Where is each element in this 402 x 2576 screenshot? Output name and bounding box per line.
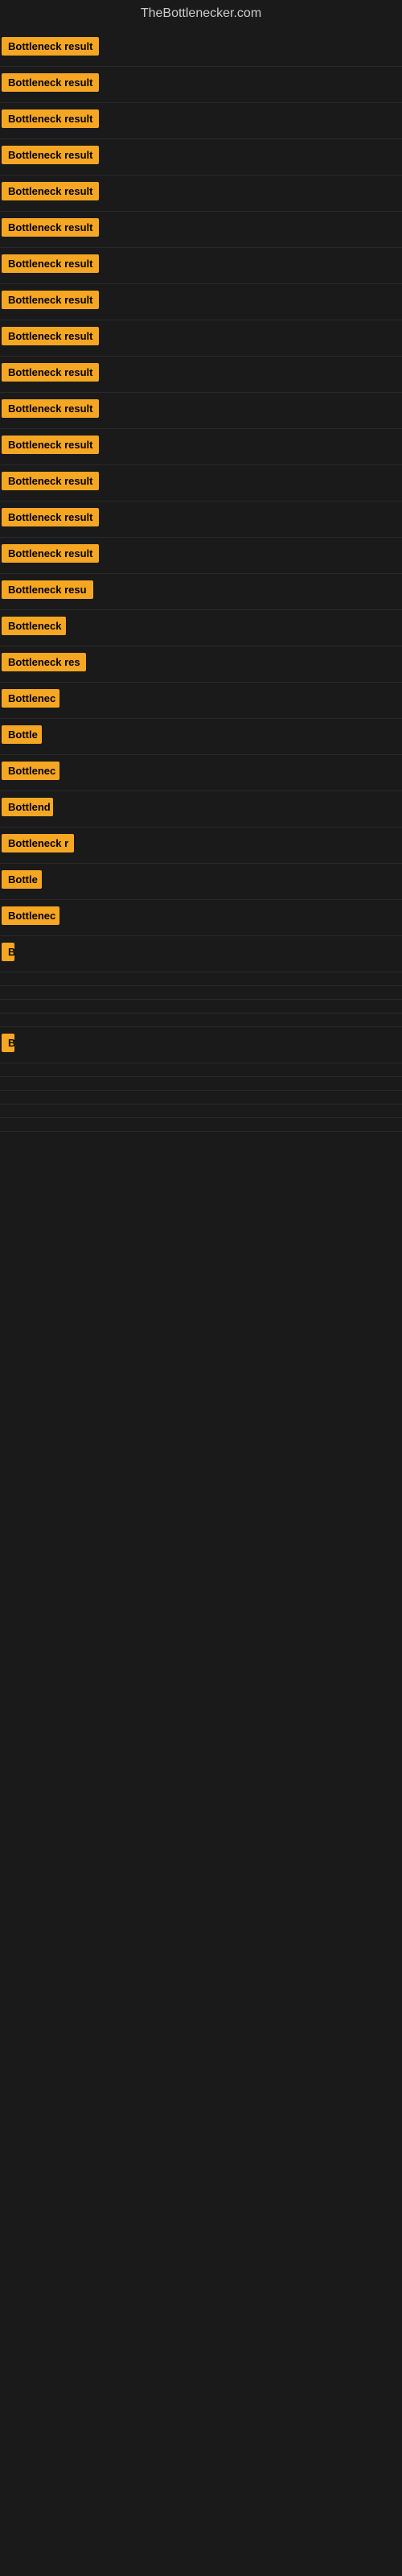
list-item: Bottleneck resu [0, 574, 402, 610]
list-item: Bottleneck result [0, 31, 402, 67]
list-item [0, 1013, 402, 1027]
bottleneck-result-badge[interactable]: Bottleneck r [2, 834, 74, 852]
list-item: Bottle [0, 864, 402, 900]
list-item: Bottleneck result [0, 465, 402, 502]
list-item: Bottleneck result [0, 320, 402, 357]
list-item: B [0, 936, 402, 972]
bottleneck-result-badge[interactable]: Bottleneck result [2, 399, 99, 418]
bottleneck-result-badge[interactable]: Bottleneck result [2, 544, 99, 563]
bottleneck-result-badge[interactable]: Bottlenec [2, 906, 59, 925]
bottleneck-result-badge[interactable]: Bottleneck result [2, 73, 99, 92]
list-item: Bottlenec [0, 683, 402, 719]
bottleneck-result-badge[interactable]: Bottlenec [2, 762, 59, 780]
bottleneck-result-badge[interactable]: Bottleneck result [2, 508, 99, 526]
list-item: Bottle [0, 719, 402, 755]
list-item: Bottleneck result [0, 357, 402, 393]
bottleneck-result-badge[interactable]: Bottleneck result [2, 472, 99, 490]
list-item: Bottlenec [0, 900, 402, 936]
list-item: Bottleneck result [0, 538, 402, 574]
bottleneck-result-badge[interactable]: Bottleneck result [2, 327, 99, 345]
list-item: Bottleneck result [0, 248, 402, 284]
list-item: Bottleneck r [0, 828, 402, 864]
list-item: Bottleneck result [0, 284, 402, 320]
bottleneck-result-badge[interactable]: Bottle [2, 725, 42, 744]
bottleneck-result-badge[interactable]: Bottleneck result [2, 218, 99, 237]
bottleneck-result-badge[interactable]: Bottleneck result [2, 182, 99, 200]
list-item: B [0, 1027, 402, 1063]
bottleneck-result-badge[interactable]: B [2, 943, 14, 961]
list-item: Bottleneck result [0, 175, 402, 212]
list-item [0, 1077, 402, 1091]
bottleneck-result-badge[interactable]: Bottlend [2, 798, 53, 816]
bottleneck-result-badge[interactable]: Bottle [2, 870, 42, 889]
bottleneck-result-badge[interactable]: Bottleneck result [2, 254, 99, 273]
list-item [0, 1118, 402, 1132]
list-item [0, 1104, 402, 1118]
list-item [0, 986, 402, 1000]
list-item: Bottleneck [0, 610, 402, 646]
list-item [0, 972, 402, 986]
list-item: Bottleneck result [0, 212, 402, 248]
list-item: Bottleneck result [0, 502, 402, 538]
bottleneck-result-badge[interactable]: Bottleneck [2, 617, 66, 635]
bottleneck-result-badge[interactable]: Bottlenec [2, 689, 59, 708]
bottleneck-result-badge[interactable]: Bottleneck result [2, 436, 99, 454]
bottleneck-result-badge[interactable]: Bottleneck resu [2, 580, 93, 599]
bottleneck-result-badge[interactable]: Bottleneck result [2, 363, 99, 382]
list-item: Bottlend [0, 791, 402, 828]
bottleneck-result-badge[interactable]: Bottleneck res [2, 653, 86, 671]
site-title: TheBottlenecker.com [0, 0, 402, 31]
list-item [0, 1063, 402, 1077]
bottleneck-result-badge[interactable]: Bottleneck result [2, 291, 99, 309]
list-item [0, 1000, 402, 1013]
results-list: Bottleneck result Bottleneck result Bottle… [0, 31, 402, 1132]
bottleneck-result-badge[interactable]: Bottleneck result [2, 37, 99, 56]
list-item: Bottleneck result [0, 393, 402, 429]
list-item: Bottleneck result [0, 103, 402, 139]
list-item: Bottleneck result [0, 139, 402, 175]
list-item: Bottleneck res [0, 646, 402, 683]
list-item: Bottleneck result [0, 429, 402, 465]
list-item [0, 1091, 402, 1104]
bottleneck-result-badge[interactable]: Bottleneck result [2, 109, 99, 128]
bottleneck-result-badge[interactable]: B [2, 1034, 14, 1052]
bottleneck-result-badge[interactable]: Bottleneck result [2, 146, 99, 164]
list-item: Bottleneck result [0, 67, 402, 103]
list-item: Bottlenec [0, 755, 402, 791]
